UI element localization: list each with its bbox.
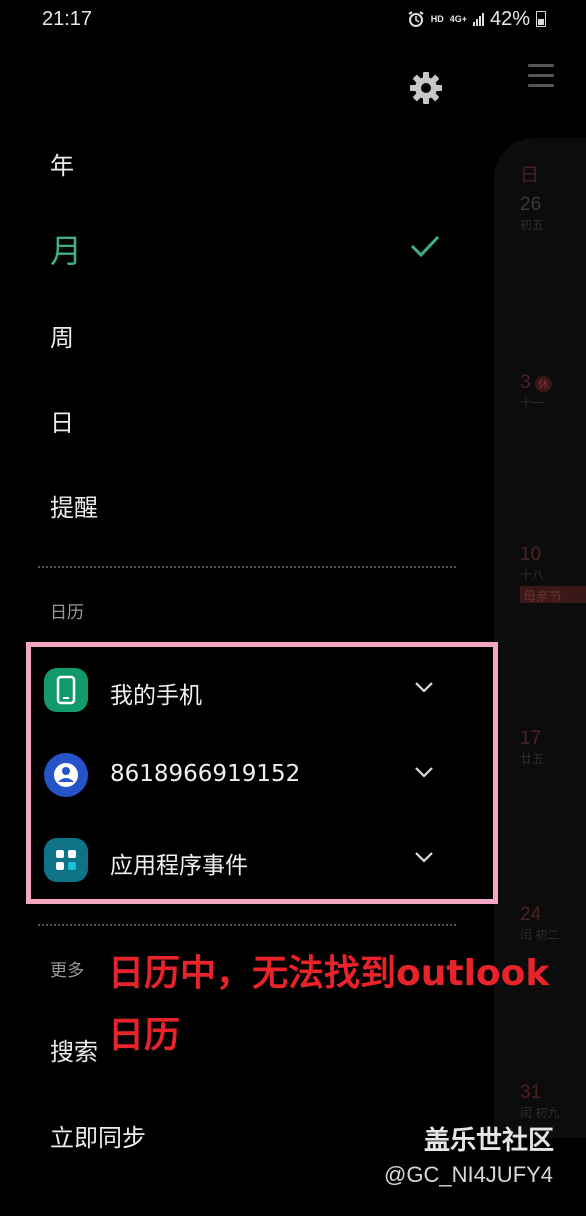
view-year[interactable]: 年 (50, 146, 74, 181)
calendar-cell: 3 休 十一 (520, 372, 553, 411)
calendar-account-apps[interactable]: 应用程序事件 (44, 836, 444, 886)
calendar-account-number[interactable]: 8618966919152 (44, 751, 444, 801)
watermark-site: 盖乐世社区 (424, 1126, 555, 1156)
more-section-label: 更多 (50, 961, 84, 981)
view-day[interactable]: 日 (50, 403, 74, 438)
calendar-account-phone[interactable]: 我的手机 (44, 666, 444, 716)
calendar-cell: 24 闰 初二 (520, 904, 560, 942)
status-time: 21:17 (42, 8, 93, 30)
calendar-cell: 17 廿五 (520, 728, 545, 766)
annotation-note: 日历 (108, 1015, 181, 1056)
chevron-down-icon[interactable] (414, 765, 434, 779)
alarm-icon (408, 11, 424, 27)
battery-icon (536, 11, 546, 27)
watermark-user: @GC_NI4JUFY4 (384, 1162, 554, 1187)
search-item[interactable]: 搜索 (50, 1032, 98, 1067)
apps-icon (44, 838, 88, 882)
view-week[interactable]: 周 (50, 318, 74, 353)
signal-icon (472, 12, 484, 26)
chevron-down-icon[interactable] (414, 680, 434, 694)
holiday-tag: 母亲节 (520, 586, 586, 605)
calendar-cell: 10 十八 (520, 544, 545, 582)
calendar-cell: 26 初五 (520, 194, 545, 232)
calendar-name: 应用程序事件 (110, 853, 248, 879)
view-month[interactable]: 月 (50, 226, 82, 272)
account-icon (44, 753, 88, 797)
calendar-cell: 31 闰 初九 (520, 1082, 560, 1120)
checkmark-icon (410, 235, 440, 258)
gear-icon[interactable] (409, 71, 443, 105)
divider (38, 566, 456, 568)
chevron-down-icon[interactable] (414, 850, 434, 864)
network-type: 4G+ (449, 14, 467, 24)
calendar-name: 我的手机 (110, 683, 202, 709)
divider (38, 924, 456, 926)
calendars-section-label: 日历 (50, 603, 84, 623)
status-bar: 21:17 HD 4G+ 42% (0, 0, 586, 40)
calendar-cell: 日 (520, 165, 540, 186)
sync-now-item[interactable]: 立即同步 (50, 1118, 146, 1153)
hd-indicator: HD (430, 14, 444, 24)
calendar-name: 8618966919152 (110, 761, 301, 787)
phone-icon (44, 668, 88, 712)
status-icons: HD 4G+ 42% (407, 6, 546, 32)
view-reminders[interactable]: 提醒 (50, 488, 98, 523)
battery-percent: 42% (489, 7, 530, 30)
annotation-note: 日历中，无法找到outlook (108, 953, 550, 994)
menu-icon[interactable] (528, 64, 554, 87)
